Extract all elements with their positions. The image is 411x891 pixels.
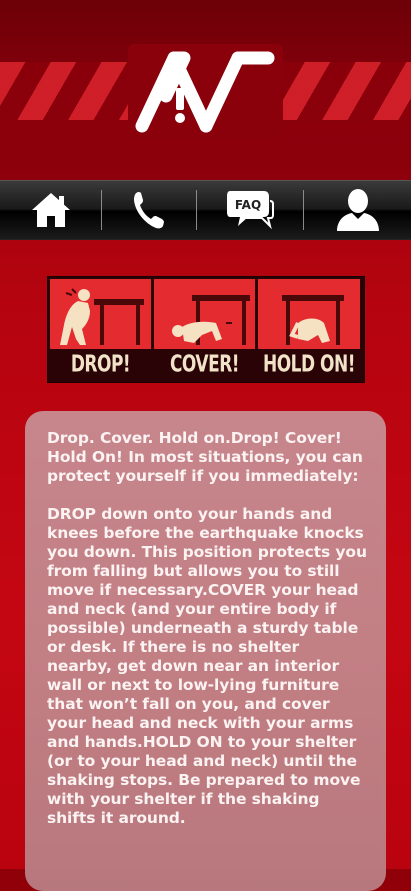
drop-panel [50,279,151,349]
nav-faq-button[interactable]: FAQ [197,181,303,239]
drop-illustration-icon [60,288,144,345]
nav-home-button[interactable] [0,181,101,239]
app-header [0,0,411,180]
main-navbar: FAQ [0,180,411,240]
faq-icon-label: FAQ [235,198,261,212]
cover-label: COVER! [169,351,240,378]
cover-illustration-icon [172,295,250,345]
nav-call-button[interactable] [102,181,196,239]
drop-label: DROP! [70,351,131,378]
hold-on-panel [258,279,360,349]
cover-panel [154,279,255,349]
nav-profile-button[interactable] [304,181,411,239]
hold-on-label: HOLD ON! [263,351,355,378]
instructions-body: DROP down onto your hands and knees befo… [47,505,367,827]
drop-cover-hold-banner: DROP! COVER! HOLD ON! [47,276,365,383]
hold-on-illustration-icon [282,295,344,345]
home-icon [31,193,70,227]
instructions-card: Drop. Cover. Hold on.Drop! Cover! Hold O… [25,411,386,891]
instructions-intro: Drop. Cover. Hold on.Drop! Cover! Hold O… [47,429,363,485]
av-alert-logo-icon [135,51,275,133]
user-icon [336,189,379,231]
phone-icon [134,192,164,229]
faq-icon: FAQ [227,191,274,230]
app-logo [128,44,283,139]
instructions-text: Drop. Cover. Hold on.Drop! Cover! Hold O… [47,429,367,828]
